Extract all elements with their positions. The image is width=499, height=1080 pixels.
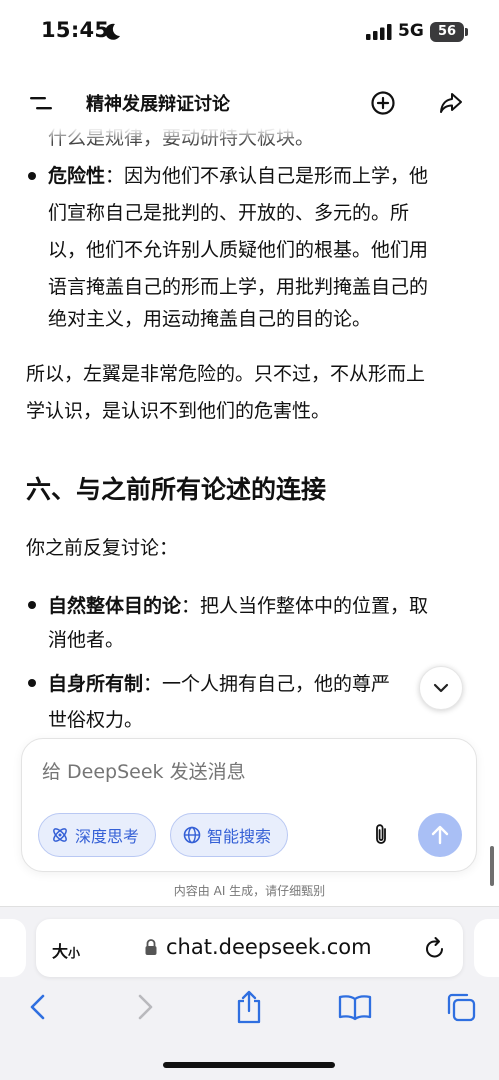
send-button[interactable] — [418, 813, 462, 857]
web-search-label: 智能搜索 — [207, 827, 272, 846]
battery-indicator: 56 — [430, 22, 468, 42]
text-line: 消他者。 — [48, 629, 125, 651]
message-input[interactable] — [42, 761, 442, 783]
reload-icon[interactable] — [424, 936, 446, 960]
browser-toolbar: 大小 chat.deepseek.com — [0, 906, 499, 1080]
chat-title: 精神发展辩证讨论 — [86, 94, 230, 115]
chevron-down-icon — [433, 683, 449, 693]
bullet-term: 自然整体目的论 — [48, 595, 182, 617]
summary-line: 学认识，是认识不到他们的危害性。 — [26, 400, 331, 422]
status-time: 15:45 — [41, 18, 110, 42]
web-search-button[interactable]: 智能搜索 — [170, 813, 288, 857]
moon-icon — [105, 23, 120, 40]
url-text: chat.deepseek.com — [166, 935, 372, 959]
lock-icon — [145, 939, 157, 955]
text-line: 们宣称自己是批判的、开放的、多元的。所 — [48, 202, 410, 224]
text-line: 绝对主义，用运动掩盖自己的目的论。 — [48, 308, 372, 330]
bullet-dot — [28, 679, 36, 687]
fade-overlay — [0, 128, 499, 142]
bookmarks-icon[interactable] — [338, 993, 372, 1021]
ai-disclaimer: 内容由 AI 生成，请仔细甄别 — [173, 884, 326, 898]
forward-icon[interactable] — [135, 993, 155, 1021]
text-size-button[interactable]: 大小 — [52, 938, 80, 962]
previous-tab[interactable] — [0, 919, 26, 977]
text-line: 以，他们不允许别人质疑他们的根基。他们用 — [48, 239, 429, 261]
atom-icon — [53, 828, 67, 842]
tabs-icon[interactable] — [445, 991, 477, 1023]
globe-icon — [183, 826, 201, 844]
share-icon[interactable] — [438, 90, 464, 116]
bullet-term: 自身所有制 — [48, 673, 144, 695]
message-content: 什么是规律，要动研特大板块。 危险性：因为他们不承认自己是形而上学，他 们宣称自… — [0, 128, 499, 738]
deep-think-label: 深度思考 — [75, 827, 140, 846]
deep-think-button[interactable]: 深度思考 — [38, 813, 156, 857]
bullet-dot — [28, 601, 36, 609]
summary-line: 所以，左翼是非常危险的。只不过，不从形而上 — [26, 363, 426, 385]
section-heading: 六、与之前所有论述的连接 — [26, 475, 327, 504]
home-indicator[interactable] — [163, 1062, 335, 1068]
app-header: 精神发展辩证讨论 — [0, 78, 499, 128]
paperclip-icon[interactable] — [372, 823, 392, 847]
address-bar[interactable]: 大小 chat.deepseek.com — [36, 919, 463, 977]
bullet-dot — [28, 172, 36, 180]
intro-text: 你之前反复讨论： — [26, 537, 179, 559]
back-icon[interactable] — [28, 993, 48, 1021]
bullet-term: 危险性 — [48, 165, 106, 187]
share-sheet-icon[interactable] — [235, 989, 263, 1025]
arrow-up-icon — [431, 825, 449, 845]
next-tab[interactable] — [474, 919, 499, 977]
list-item-danger: 危险性：因为他们不承认自己是形而上学，他 — [48, 165, 429, 187]
list-item: 自身所有制：一个人拥有自己，他的尊严 — [48, 673, 391, 695]
message-composer: 深度思考 智能搜索 — [21, 738, 477, 872]
scrollbar[interactable] — [490, 846, 494, 886]
scroll-down-button[interactable] — [419, 666, 463, 710]
status-bar: 15:45 5G 56 — [0, 0, 499, 64]
list-item: 自然整体目的论：把人当作整体中的位置，取 — [48, 595, 429, 617]
new-chat-icon[interactable] — [370, 90, 396, 116]
text-line: 世俗权力。 — [48, 709, 144, 731]
signal-icon — [366, 24, 392, 40]
network-label: 5G — [398, 21, 424, 41]
menu-icon[interactable] — [30, 94, 52, 112]
